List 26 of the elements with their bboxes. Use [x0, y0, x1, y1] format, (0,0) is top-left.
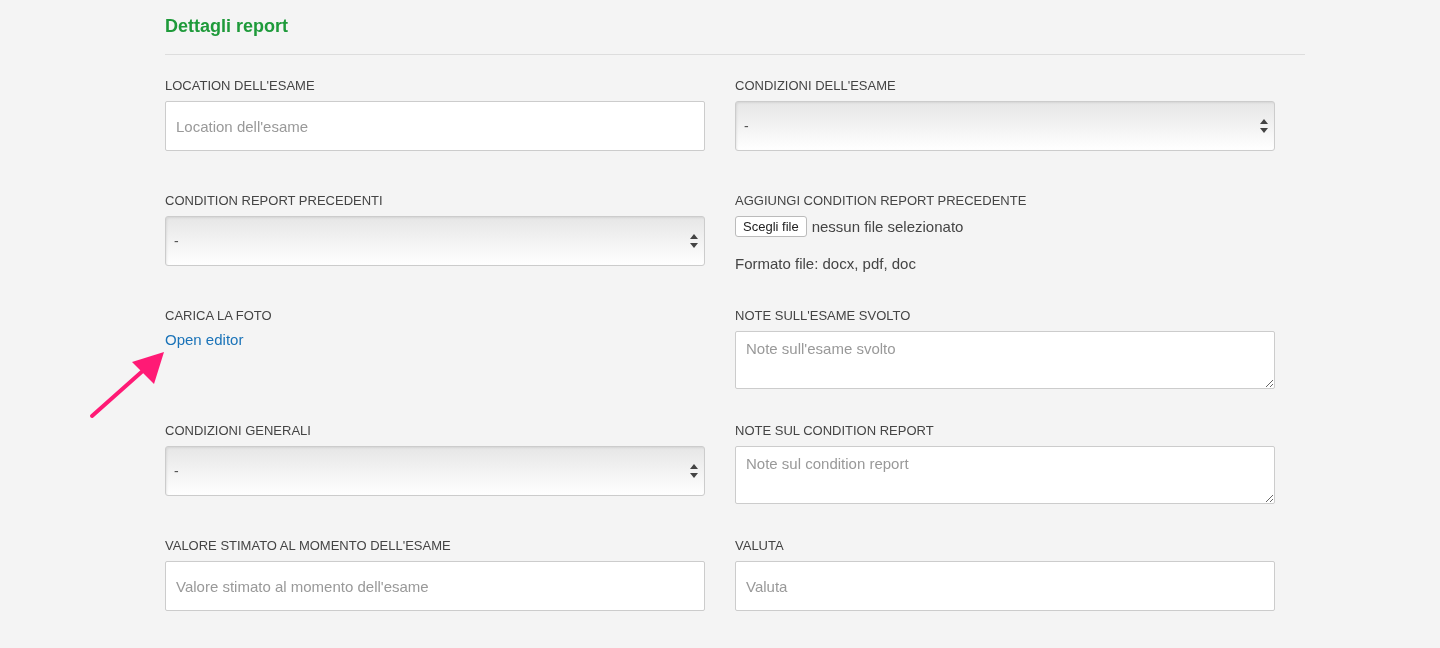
up-down-arrows-icon: [690, 464, 698, 478]
field-label: NOTE SUL CONDITION REPORT: [735, 423, 935, 439]
open-editor-link[interactable]: Open editor: [165, 331, 244, 348]
text-area[interactable]: Note sul condition report: [735, 446, 1275, 504]
choose-file-button[interactable]: Scegli file: [735, 216, 807, 237]
field-label: CARICA LA FOTO: [165, 308, 273, 324]
field-label: CONDIZIONI DELL'ESAME: [735, 78, 897, 94]
file-status-text: nessun file selezionato: [811, 218, 964, 235]
field-label: VALORE STIMATO AL MOMENTO DELL'ESAME: [165, 538, 452, 554]
dropdown[interactable]: -: [165, 216, 705, 266]
field-label: NOTE SULL'ESAME SVOLTO: [735, 308, 912, 324]
field-label: CONDITION REPORT PRECEDENTI: [165, 193, 384, 209]
dropdown[interactable]: -: [165, 446, 705, 496]
up-down-arrows-icon: [690, 234, 698, 248]
field-label: LOCATION DELL'ESAME: [165, 78, 316, 94]
section-title: Dettagli report: [165, 16, 1305, 55]
text-field[interactable]: Valuta: [735, 561, 1275, 611]
field-label: VALUTA: [735, 538, 785, 554]
file-format-note: Formato file: docx, pdf, doc: [735, 255, 917, 272]
text-area[interactable]: Note sull'esame svolto: [735, 331, 1275, 389]
text-field[interactable]: Location dell'esame: [165, 101, 705, 151]
text-field[interactable]: Valore stimato al momento dell'esame: [165, 561, 705, 611]
dropdown[interactable]: -: [735, 101, 1275, 151]
field-label: CONDIZIONI GENERALI: [165, 423, 312, 439]
field-label: AGGIUNGI CONDITION REPORT PRECEDENTE: [735, 193, 1028, 209]
up-down-arrows-icon: [1260, 119, 1268, 133]
